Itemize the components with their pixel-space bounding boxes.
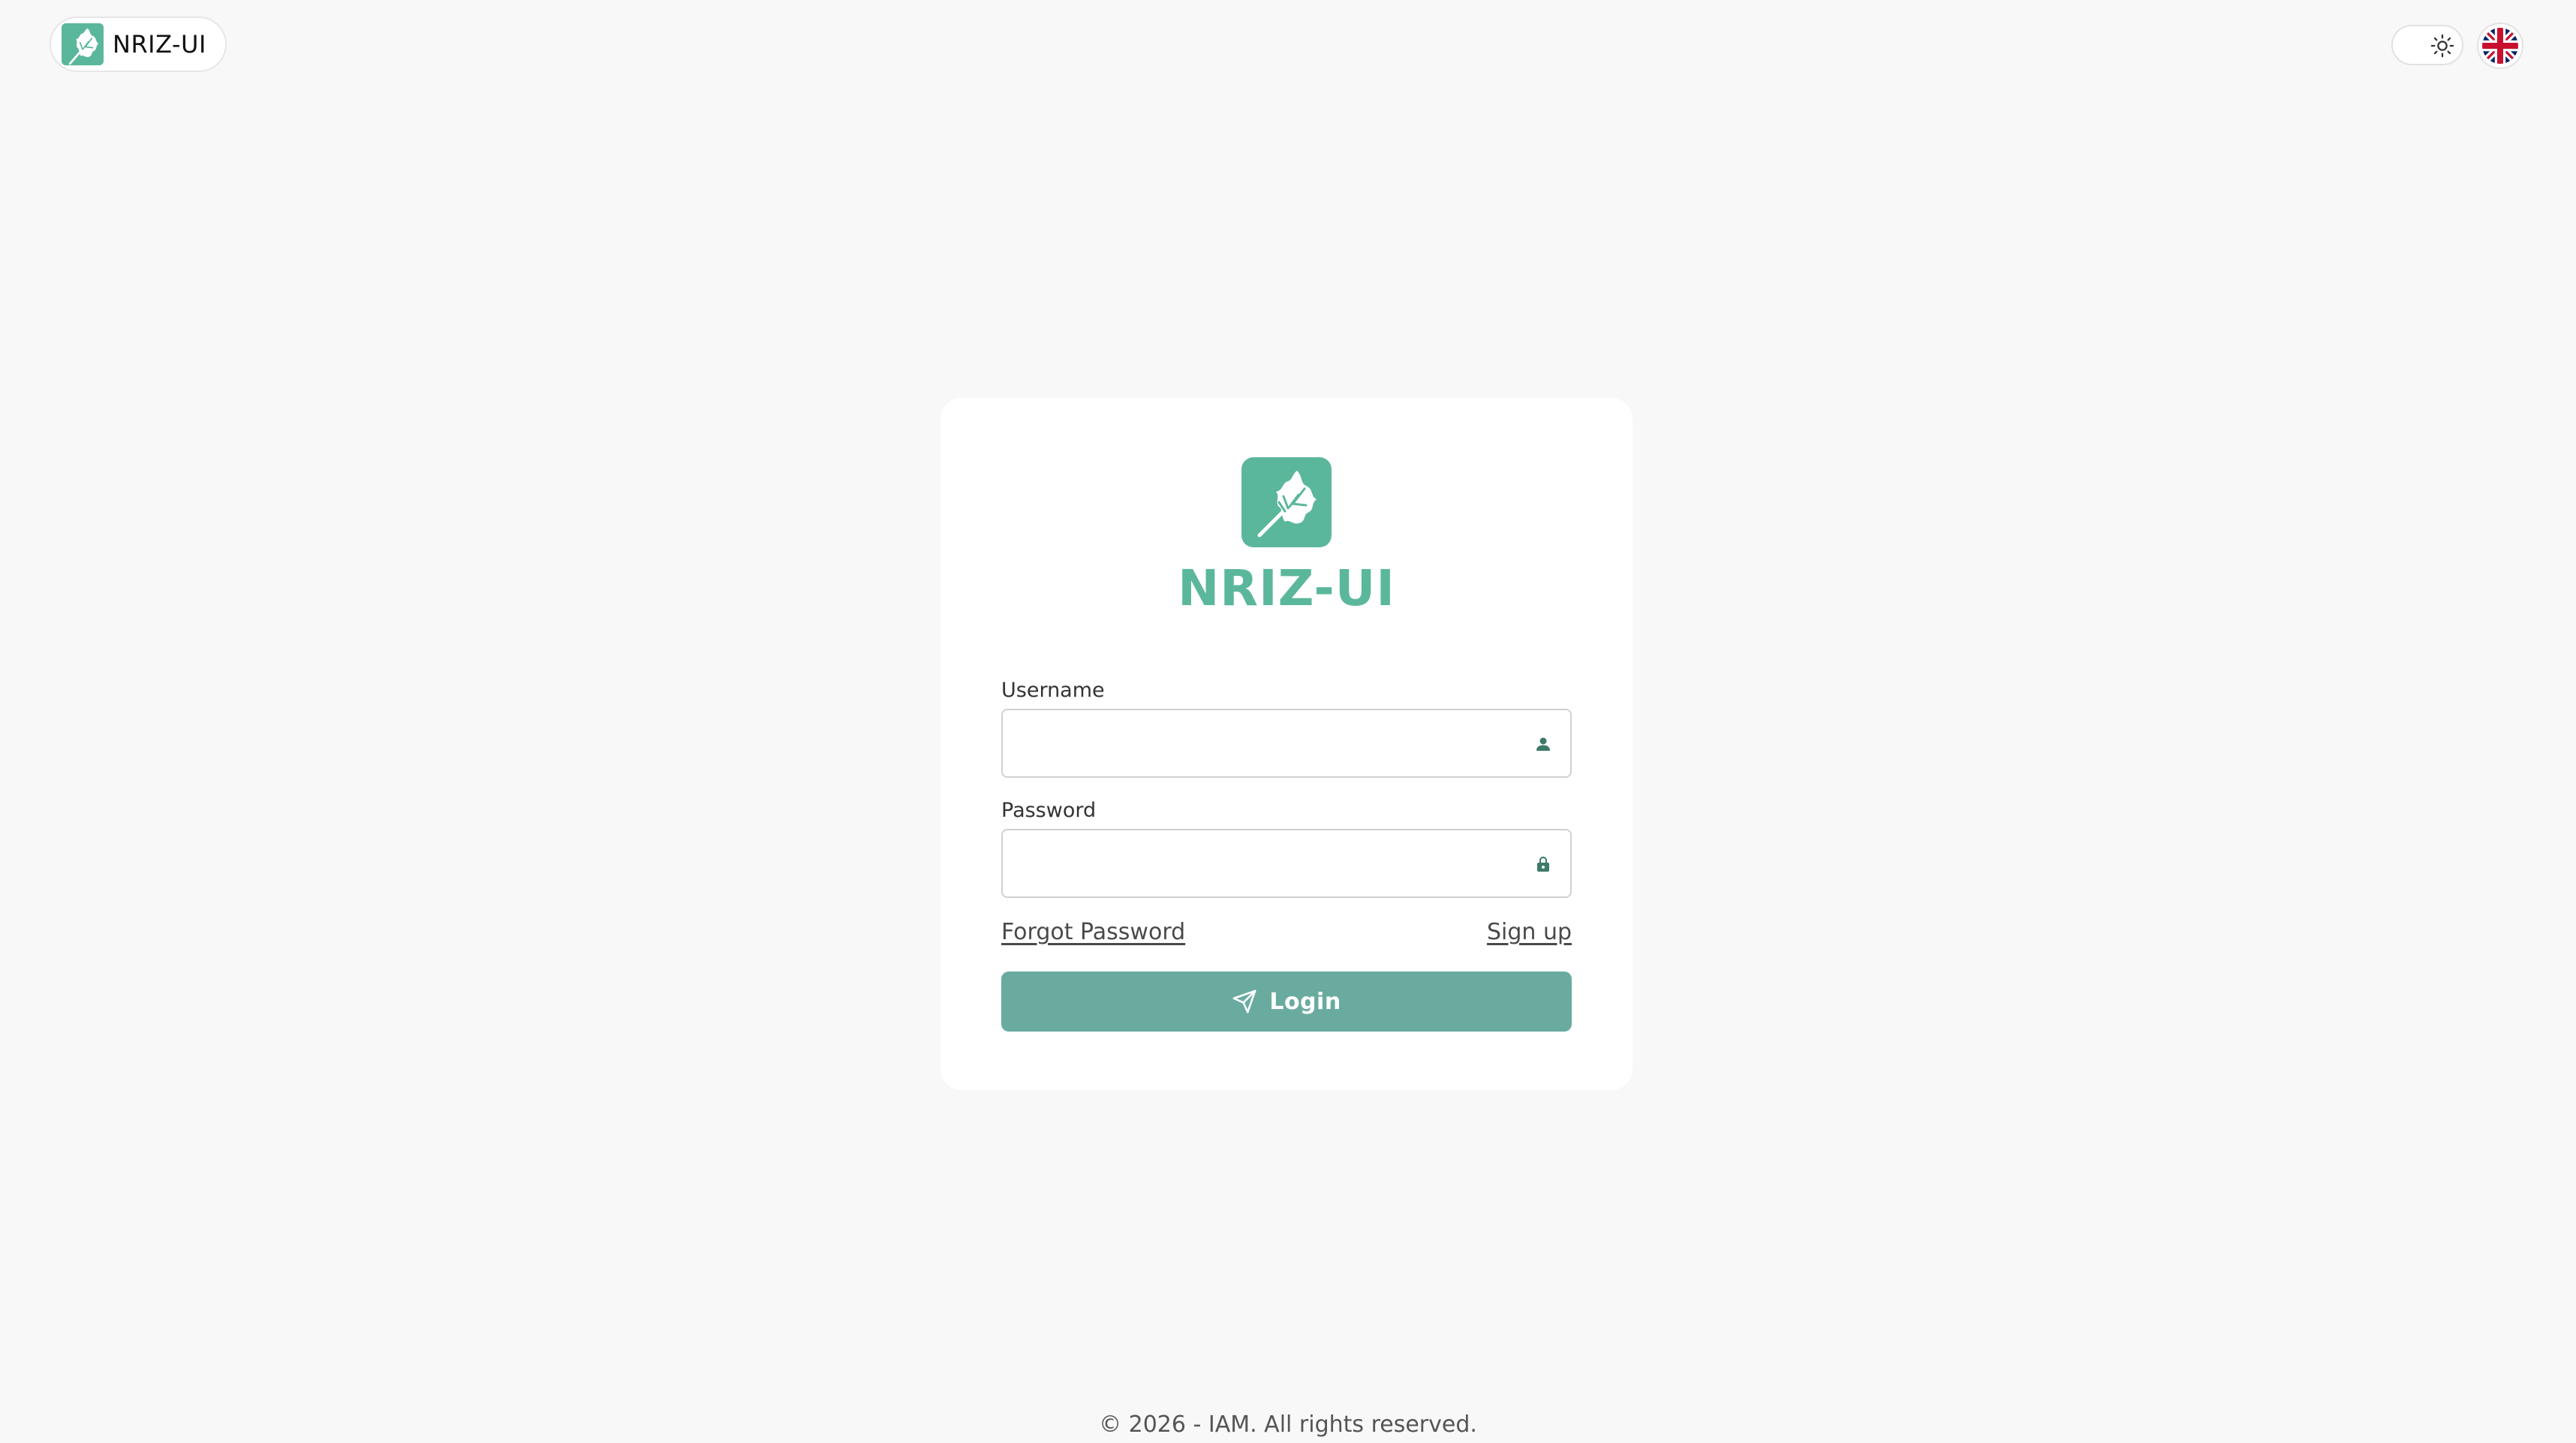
user-icon: [1534, 735, 1552, 753]
login-button-label: Login: [1269, 988, 1341, 1015]
username-label: Username: [1001, 679, 1105, 702]
brand-name: NRIZ-UI: [113, 30, 206, 59]
password-field-box: [1001, 829, 1572, 898]
theme-toggle[interactable]: [2391, 25, 2463, 65]
app-title: NRIZ-UI: [1178, 559, 1395, 617]
footer-copyright: © 2026 - IAM. All rights reserved.: [1099, 1411, 1477, 1438]
forgot-password-link[interactable]: Forgot Password: [1001, 919, 1185, 945]
sun-icon: [2427, 31, 2457, 61]
brand-home-link[interactable]: NRIZ-UI: [50, 17, 227, 72]
password-input[interactable]: [1003, 830, 1570, 896]
username-field-box: [1001, 709, 1572, 778]
username-input[interactable]: [1003, 710, 1570, 776]
send-icon: [1232, 990, 1256, 1014]
lock-icon: [1534, 855, 1552, 873]
login-button[interactable]: Login: [1001, 972, 1572, 1032]
uk-flag-icon: [2482, 28, 2518, 64]
sign-up-link[interactable]: Sign up: [1487, 919, 1572, 945]
oak-leaf-icon: [62, 23, 104, 65]
password-label: Password: [1001, 799, 1097, 822]
oak-leaf-icon: [1241, 457, 1332, 547]
language-selector[interactable]: [2477, 23, 2523, 69]
login-card: NRIZ-UI Username Password Forgot Passwor…: [940, 398, 1633, 1090]
